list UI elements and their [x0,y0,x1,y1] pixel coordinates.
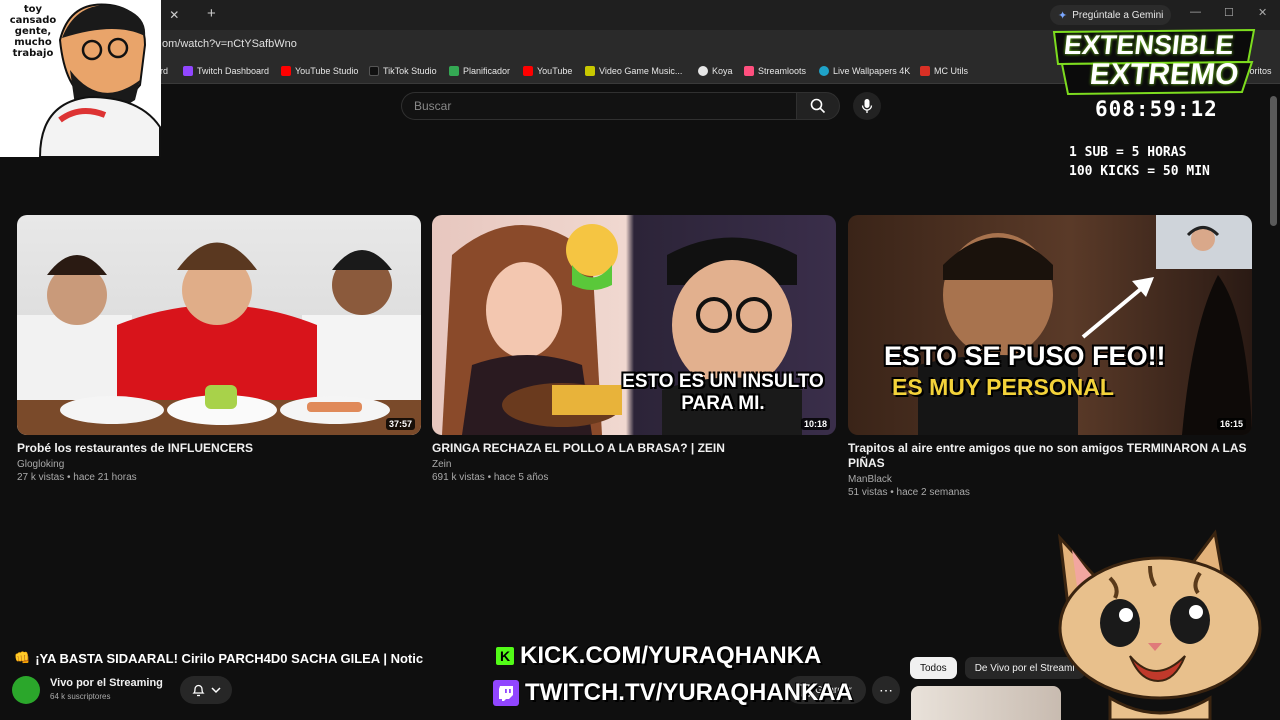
channel-name[interactable]: Zein [432,459,836,470]
twitch-icon [183,66,193,76]
tiktok-icon [369,66,379,76]
search-icon [810,98,826,114]
youtube-studio-icon [281,66,291,76]
close-window-icon[interactable]: ✕ [1258,6,1267,19]
koya-icon [698,66,708,76]
subathon-timer: 608:59:12 [1095,97,1218,121]
browser-tab-bar: L! ✕ + ✦ Pregúntale a Gemini — ☐ ✕ [0,0,1280,30]
url-field[interactable]: om/watch?v=nCtYSafbWno [162,38,297,50]
channel-name[interactable]: Glogloking [17,459,421,470]
mc-utils-icon [920,66,930,76]
video-thumbnail[interactable]: ESTO ES UN INSULTO PARA MI. 10:18 [432,215,836,435]
twitch-banner: TWITCH.TV/YURAQHANKAA [493,679,853,707]
more-icon: ⋯ [879,681,893,698]
search-input[interactable] [414,99,796,113]
bookmark-item[interactable]: YouTube [523,66,572,76]
video-title-ticker: 👊 ¡YA BASTA SIDAARAL! Cirilo PARCH4D0 SA… [0,645,423,671]
rule-line: 100 KICKS = 50 MIN [1069,164,1210,179]
subathon-rules: 1 SUB = 5 HORAS 100 KICKS = 50 MIN [1069,143,1210,181]
video-title[interactable]: Probé los restaurantes de INFLUENCERS [17,441,421,456]
planner-icon [449,66,459,76]
video-duration: 16:15 [1216,418,1246,430]
music-icon [585,66,595,76]
page: L! ✕ + ✦ Pregúntale a Gemini — ☐ ✕ om/wa… [0,0,1280,720]
video-meta: 51 vistas • hace 2 semanas [848,487,970,498]
bookmark-item[interactable]: Planificador [449,66,510,76]
current-video-title: ¡YA BASTA SIDAARAL! Cirilo PARCH4D0 SACH… [35,650,424,666]
webcam-caption: toy cansado gente, mucho trabajo [9,4,57,59]
new-tab-button[interactable]: + [207,5,216,22]
chip-all[interactable]: Todos [910,657,957,679]
twitch-url: TWITCH.TV/YURAQHANKAA [525,679,853,706]
thumbnail-overlay-text: ESTO ES UN INSULTO PARA MI. [622,371,824,414]
bookmark-item[interactable]: MC Utils [920,66,968,76]
video-title[interactable]: GRINGA RECHAZA EL POLLO A LA BRASA? | ZE… [432,441,836,456]
cat-mascot-image [1057,529,1262,720]
bookmark-item[interactable]: Live Wallpapers 4K [819,66,910,76]
subscriber-count: 64 k suscriptores [50,692,111,701]
search-button[interactable] [796,92,840,120]
flex-emoji-icon: 👊 [14,650,31,665]
video-meta: 691 k vistas • hace 5 años [432,472,549,483]
close-tab-icon[interactable]: ✕ [169,8,179,22]
kick-banner: K KICK.COM/YURAQHANKA [496,642,821,670]
channel-name[interactable]: ManBlack [848,474,1252,485]
video-title[interactable]: Trapitos al aire entre amigos que no son… [848,441,1252,471]
video-meta: 27 k vistas • hace 21 horas [17,472,137,483]
bookmark-item[interactable]: TikTok Studio [369,66,437,76]
webcam-overlay: toy cansado gente, mucho trabajo [0,0,161,157]
recommended-thumbnail[interactable] [911,686,1061,720]
bookmark-item[interactable]: rd [160,66,168,76]
video-card[interactable]: ESTO ES UN INSULTO PARA MI. 10:18 GRINGA… [432,215,836,483]
maximize-icon[interactable]: ☐ [1224,6,1234,19]
bookmark-item[interactable]: Koya [698,66,733,76]
video-duration: 37:57 [385,418,415,430]
twitch-icon [493,680,519,706]
notification-bell-button[interactable] [180,676,232,704]
bookmark-item[interactable]: Streamloots [744,66,806,76]
gemini-label: Pregúntale a Gemini [1072,9,1164,21]
voice-search-button[interactable] [853,92,881,120]
scrollbar[interactable] [1270,96,1277,226]
channel-title[interactable]: Vivo por el Streaming [50,677,163,689]
video-card[interactable]: 37:57 Probé los restaurantes de INFLUENC… [17,215,421,483]
kick-url: KICK.COM/YURAQHANKA [520,642,822,669]
bookmark-item[interactable]: Twitch Dashboard [183,66,269,76]
channel-avatar[interactable] [12,676,40,704]
chevron-down-icon [210,687,221,694]
logo-line-2: EXTREMO [1088,58,1241,91]
thumbnail-image [918,215,1252,435]
streamloots-icon [744,66,754,76]
thumbnail-overlay-subtext: ES MUY PERSONAL [892,374,1114,400]
video-card[interactable]: ESTO SE PUSO FEO!! ES MUY PERSONAL 16:15… [848,215,1252,498]
video-thumbnail[interactable]: 37:57 [17,215,421,435]
bell-icon [191,684,205,697]
wallpaper-icon [819,66,829,76]
bookmark-item[interactable]: YouTube Studio [281,66,358,76]
gemini-icon: ✦ [1058,9,1068,22]
bookmark-item[interactable]: Video Game Music... [585,66,682,76]
thumbnail-image [17,242,421,435]
rule-line: 1 SUB = 5 HORAS [1069,145,1187,160]
kick-icon: K [496,647,514,665]
more-options-button[interactable]: ⋯ [872,676,900,704]
video-duration: 10:18 [800,418,830,430]
video-thumbnail[interactable]: ESTO SE PUSO FEO!! ES MUY PERSONAL 16:15 [848,215,1252,435]
logo-line-1: EXTENSIBLE [1062,30,1236,60]
microphone-icon [861,99,873,113]
minimize-icon[interactable]: — [1190,6,1201,18]
search-box[interactable] [401,92,796,120]
thumbnail-overlay-text: ESTO SE PUSO FEO!! [884,341,1166,371]
youtube-icon [523,66,533,76]
gemini-button[interactable]: ✦ Pregúntale a Gemini [1050,5,1172,25]
